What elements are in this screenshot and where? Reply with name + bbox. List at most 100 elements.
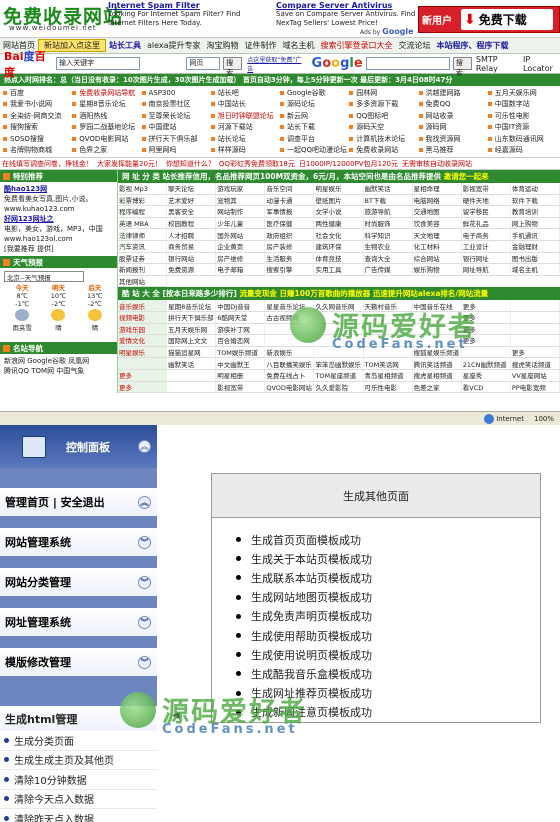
cool-site-link[interactable]: 更多 — [461, 300, 511, 312]
cool-site-link[interactable] — [412, 323, 462, 336]
cool-site-link[interactable]: 中国DJ音音 — [216, 300, 266, 312]
category-link[interactable]: 新闻报刊 — [118, 264, 168, 276]
baidu-logo[interactable]: Bai度百度 — [4, 48, 53, 80]
quick-link[interactable]: 免费QQ — [418, 99, 488, 111]
search-type-select[interactable]: 网页 — [186, 57, 221, 70]
quick-link[interactable]: 罗园二战基地论坛 — [72, 122, 141, 134]
quick-link[interactable]: 园林网 — [349, 87, 418, 99]
category-link[interactable]: 银行网站 — [167, 252, 217, 265]
category-link[interactable]: 聊天论坛 — [167, 183, 217, 195]
cool-site-link[interactable] — [510, 335, 560, 347]
category-link[interactable]: 银行网址 — [461, 252, 511, 265]
category-link[interactable]: 少年儿童 — [216, 217, 266, 230]
quick-link[interactable]: 名牌购物商城 — [3, 145, 72, 157]
nav-forum[interactable]: 交流论坛 — [396, 40, 434, 51]
nav-tools[interactable]: 站长工具 — [106, 40, 144, 51]
category-link[interactable]: 程序编程 — [118, 206, 168, 218]
nav-cert[interactable]: 证件制作 — [242, 40, 280, 51]
cool-site-link[interactable]: 游侠补丁网 — [216, 323, 266, 336]
promo-link[interactable]: 大家发挥能量20元！ — [95, 159, 164, 169]
cool-site-link[interactable] — [314, 346, 364, 359]
category-link[interactable]: 黑客安全 — [167, 206, 217, 218]
cool-site-link[interactable]: 五月天娱乐网 — [167, 323, 217, 336]
site-nav-row[interactable]: 腾讯QQ TOM网 中国气象 — [4, 366, 113, 376]
category-link[interactable]: 电子邮箱 — [216, 264, 266, 276]
quick-link[interactable]: 可乐性电影 — [487, 110, 557, 122]
category-link[interactable]: 时尚服饰 — [363, 217, 413, 230]
promo-link[interactable]: 无需审核自动收录网站 — [400, 159, 474, 169]
cool-site-link[interactable] — [510, 300, 560, 312]
cool-site-link[interactable]: QVOD电影网站 — [265, 381, 315, 393]
quick-link[interactable]: 旭日时钟联盟论坛 — [210, 110, 280, 122]
cool-site-link[interactable]: 明星相册 — [216, 369, 266, 382]
nav-download[interactable]: 本站程序、程序下载 — [434, 40, 512, 51]
quick-link[interactable]: 一起QQ吧动漫论坛 — [280, 145, 349, 157]
category-link[interactable]: 查询大全 — [363, 252, 413, 265]
submenu-item[interactable]: 生成生成主页及其他页 — [0, 751, 157, 770]
category-link[interactable]: 文学小说 — [314, 206, 364, 218]
cool-site-link[interactable] — [314, 311, 364, 324]
nav-search-engines[interactable]: 搜索引擎登录口大全 — [318, 40, 396, 51]
cool-site-link[interactable]: 音乐娱乐 — [118, 300, 168, 312]
category-link[interactable]: 国外网站 — [216, 229, 266, 241]
quick-link[interactable]: 色界之家 — [72, 145, 141, 157]
category-link[interactable]: 域名主机 — [510, 264, 560, 276]
cool-site-link[interactable]: TOM星座频道 — [314, 369, 364, 382]
ip-locator-link[interactable]: IP Locator — [523, 55, 560, 73]
cool-site-link[interactable]: TOM娱乐频道 — [216, 346, 266, 359]
quick-link[interactable]: 酒阳热线 — [72, 110, 141, 122]
quick-link[interactable]: 我找资源网 — [418, 133, 488, 145]
quick-link[interactable]: 多多资源下载 — [349, 99, 418, 111]
cool-site-link[interactable]: 更多 — [510, 346, 560, 359]
cool-site-link[interactable]: 拼行天下俱乐部 — [167, 311, 217, 324]
cool-site-link[interactable]: PP电影宽频 — [510, 381, 560, 393]
ad-title[interactable]: Compare Server Antivirus — [276, 1, 426, 10]
cool-site-link[interactable] — [265, 335, 315, 347]
category-link[interactable]: 娱乐购物 — [412, 264, 462, 276]
category-link[interactable]: 彩票博彩 — [118, 194, 168, 207]
category-link[interactable]: 社会文化 — [314, 229, 364, 241]
cool-site-link[interactable] — [363, 346, 413, 359]
category-link[interactable]: 网上购物 — [510, 217, 560, 230]
cool-site-link[interactable]: 星期8音乐论坛 — [167, 300, 217, 312]
cool-site-link[interactable]: 免费在线占卜 — [265, 369, 315, 382]
cool-site-link[interactable]: 久久网音乐网 — [314, 300, 364, 312]
category-link[interactable]: 音乐空间 — [265, 183, 315, 195]
recommend-link[interactable]: 好网123网址之 — [4, 214, 113, 224]
ads-by-google[interactable]: Ads by Google — [360, 27, 414, 36]
category-link[interactable]: 免费资源 — [167, 264, 217, 276]
quick-link[interactable]: 站长论坛 — [210, 133, 280, 145]
cool-site-link[interactable]: 星座秀 — [461, 369, 511, 382]
cool-site-link[interactable]: 中文幽默王 — [216, 358, 266, 370]
category-link[interactable]: 化工材料 — [412, 240, 462, 253]
menu-url-manage[interactable]: 网址管理系统 ︾ — [0, 608, 157, 636]
cool-site-link[interactable]: 6酷网天堂 — [216, 311, 266, 324]
quick-link[interactable]: 站长吧 — [210, 87, 280, 99]
category-link[interactable]: 壁纸图片 — [314, 194, 364, 207]
quick-link[interactable]: ASP300 — [141, 87, 211, 99]
cool-site-link[interactable] — [314, 335, 364, 347]
category-link[interactable]: 其他网站 — [118, 275, 168, 288]
quick-link[interactable]: 拼行天下俱乐部 — [141, 133, 211, 145]
promo-link[interactable]: 你想知道什么？ — [164, 159, 217, 169]
category-link[interactable]: 硬件天地 — [461, 194, 511, 207]
category-link[interactable]: 金融理财 — [510, 240, 560, 253]
cool-site-link[interactable]: 搜虎笑话频道 — [510, 358, 560, 370]
chevron-down-icon[interactable]: ︾ — [138, 615, 151, 629]
quick-link[interactable]: 全染纺-网商交流 — [3, 110, 72, 122]
quick-link[interactable]: 源码论坛 — [280, 99, 349, 111]
quick-link[interactable]: 我爱书小说网 — [3, 99, 72, 111]
quick-link[interactable]: 计算机技术论坛 — [349, 133, 418, 145]
category-link[interactable]: BT下载 — [363, 194, 413, 207]
quick-link[interactable]: 黑马推荐 — [418, 145, 488, 157]
category-link[interactable]: 综合网站 — [412, 252, 462, 265]
category-link[interactable]: 医疗保健 — [265, 217, 315, 230]
quick-link[interactable]: 搜狗搜索 — [3, 122, 72, 134]
collapse-arrow-icon[interactable]: ◀ — [172, 710, 180, 730]
ad-title[interactable]: Internet Spam Filter — [108, 1, 258, 10]
category-link[interactable]: 汽车资讯 — [118, 240, 168, 253]
cool-site-link[interactable] — [265, 323, 315, 336]
submenu-title[interactable]: 生成html管理 — [0, 706, 157, 731]
quick-link[interactable]: 中国IT资源 — [487, 122, 557, 134]
quick-link[interactable]: 洪越建网路 — [418, 87, 488, 99]
